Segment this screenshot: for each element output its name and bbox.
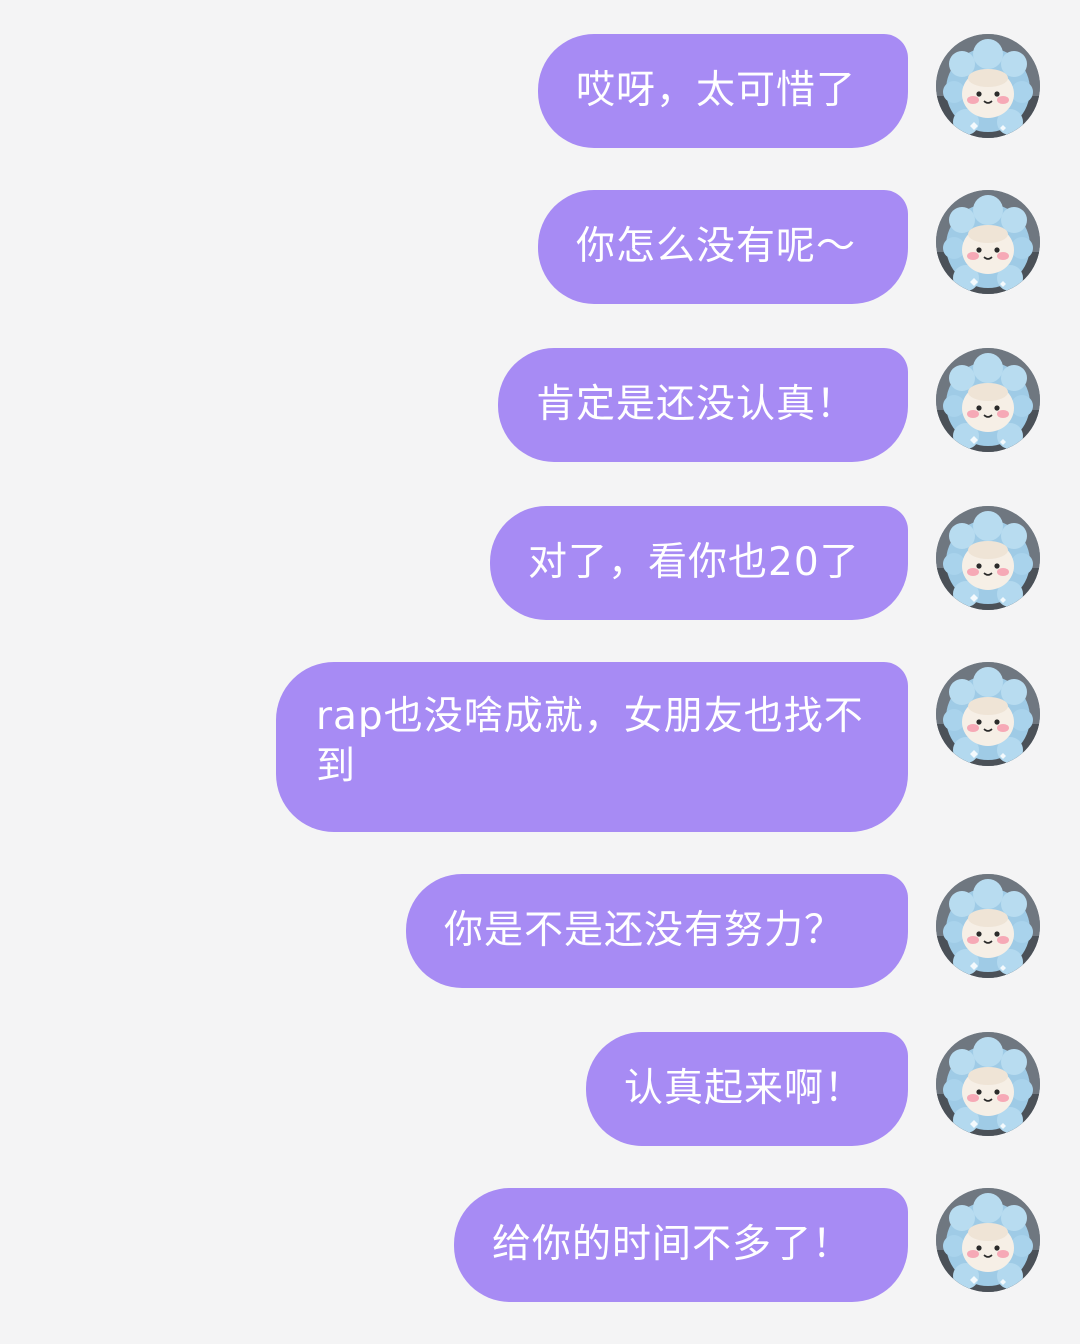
plush-toy-avatar-icon (936, 190, 1040, 294)
chat-message-row: 认真起来啊！ (586, 1032, 1040, 1146)
plush-toy-avatar-icon (936, 348, 1040, 452)
chat-message-row: rap也没啥成就，女朋友也找不到 (276, 662, 1040, 832)
chat-message-row: 肯定是还没认真！ (498, 348, 1040, 462)
plush-toy-avatar-icon (936, 1188, 1040, 1292)
plush-toy-avatar-icon (936, 662, 1040, 766)
chat-message-row: 你是不是还没有努力？ (406, 874, 1040, 988)
chat-bubble-sent[interactable]: 给你的时间不多了！ (454, 1188, 908, 1302)
user-avatar-icon[interactable] (936, 662, 1040, 766)
plush-toy-avatar-icon (936, 1032, 1040, 1136)
chat-message-row: 对了，看你也20了 (490, 506, 1040, 620)
chat-bubble-sent[interactable]: 你怎么没有呢～ (538, 190, 908, 304)
chat-bubble-sent[interactable]: 肯定是还没认真！ (498, 348, 908, 462)
chat-message-row: 哎呀，太可惜了 (538, 34, 1040, 148)
chat-message-list[interactable]: 哎呀，太可惜了 你怎么没有呢～ 肯定是还没认真！ 对了，看你也20了 rap也没… (0, 0, 1080, 1344)
user-avatar-icon[interactable] (936, 1188, 1040, 1292)
plush-toy-avatar-icon (936, 506, 1040, 610)
chat-message-row: 你怎么没有呢～ (538, 190, 1040, 304)
user-avatar-icon[interactable] (936, 34, 1040, 138)
user-avatar-icon[interactable] (936, 348, 1040, 452)
chat-bubble-sent[interactable]: 你是不是还没有努力？ (406, 874, 908, 988)
chat-bubble-sent[interactable]: rap也没啥成就，女朋友也找不到 (276, 662, 908, 832)
user-avatar-icon[interactable] (936, 506, 1040, 610)
user-avatar-icon[interactable] (936, 190, 1040, 294)
user-avatar-icon[interactable] (936, 874, 1040, 978)
plush-toy-avatar-icon (936, 874, 1040, 978)
user-avatar-icon[interactable] (936, 1032, 1040, 1136)
chat-message-row: 给你的时间不多了！ (454, 1188, 1040, 1302)
chat-bubble-sent[interactable]: 认真起来啊！ (586, 1032, 908, 1146)
chat-bubble-sent[interactable]: 对了，看你也20了 (490, 506, 908, 620)
chat-bubble-sent[interactable]: 哎呀，太可惜了 (538, 34, 908, 148)
plush-toy-avatar-icon (936, 34, 1040, 138)
